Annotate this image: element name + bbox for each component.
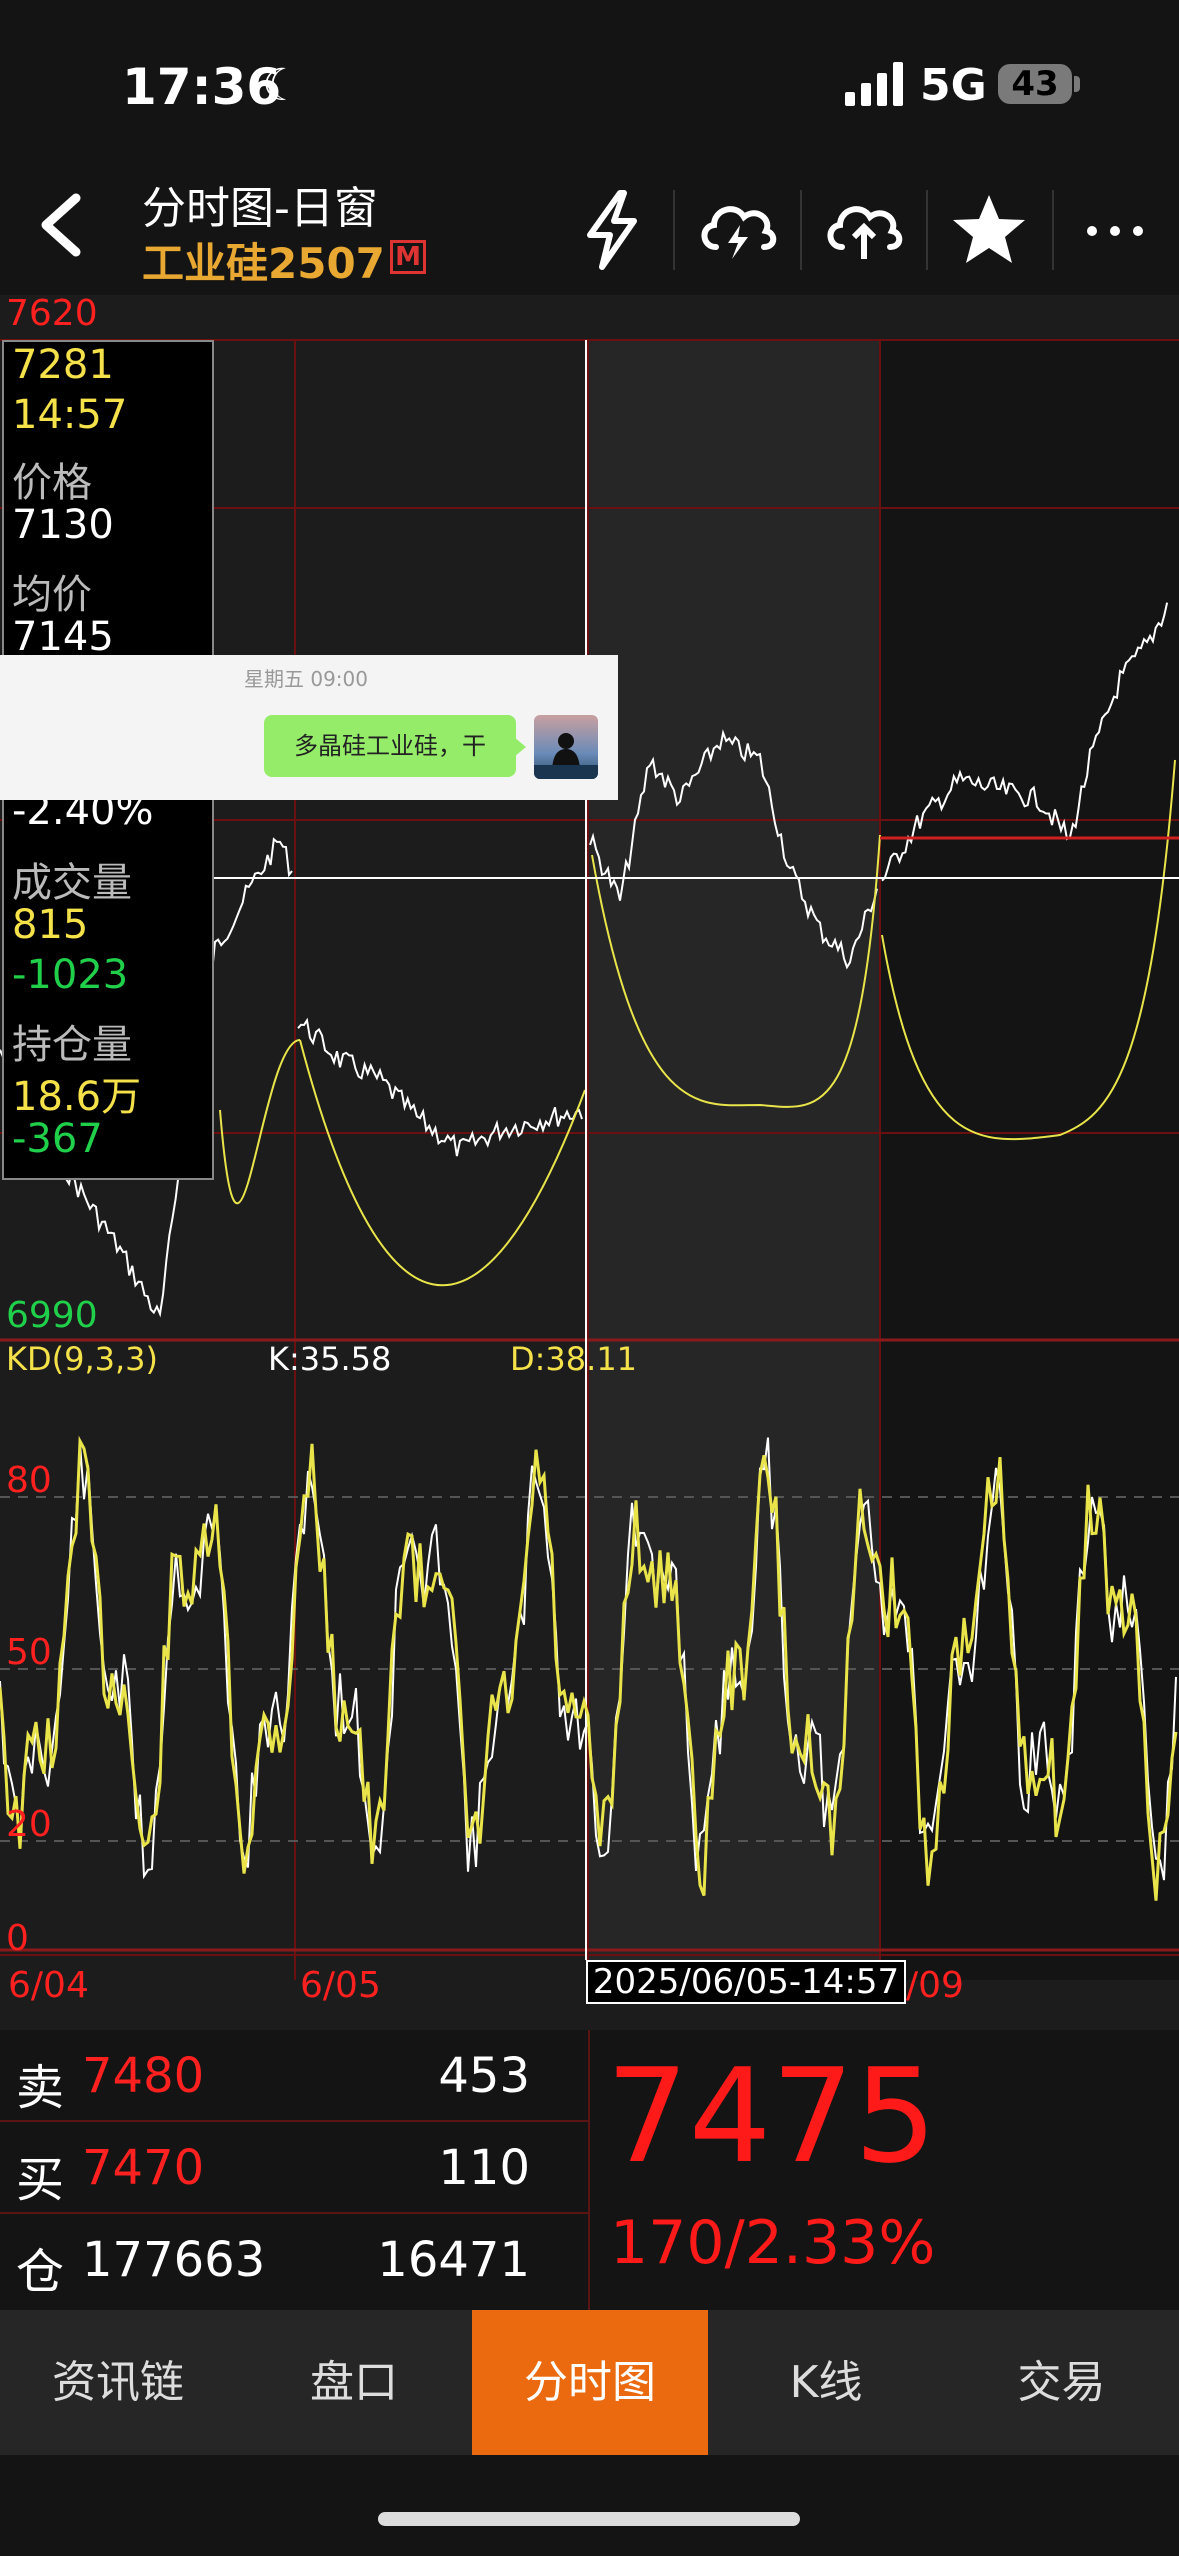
- cloud-upload-icon[interactable]: [818, 185, 908, 275]
- info-avg: 7145: [12, 614, 114, 660]
- y-axis-top-label: 7620: [6, 293, 98, 334]
- status-bar: 17:36 ☾ 5G 43: [0, 0, 1179, 160]
- back-icon[interactable]: [28, 190, 98, 260]
- buy-price: 7470: [82, 2140, 205, 2196]
- tab-trade[interactable]: 交易: [944, 2310, 1179, 2455]
- page-title: 分时图-日窗: [142, 183, 378, 234]
- info-price-label: 价格: [12, 460, 92, 506]
- home-bar-area: [0, 2455, 1179, 2556]
- contract-name: 工业硅2507: [142, 239, 385, 288]
- date-label-1: 6/04: [8, 1965, 89, 2006]
- kd-d-value: D:38.11: [510, 1340, 638, 1378]
- nav-bar: 分时图-日窗 工业硅2507 M: [0, 160, 1179, 295]
- chat-overlay: 星期五 09:00 多晶硅工业硅，干: [0, 655, 618, 800]
- info-avg-label: 均价: [12, 572, 92, 618]
- kd-k-value: K:35.58: [268, 1340, 392, 1378]
- info-price: 7130: [12, 502, 114, 548]
- oi-total: 177663: [82, 2232, 266, 2288]
- info-time: 14:57: [12, 392, 128, 438]
- session-shade-dark: [880, 340, 1179, 1980]
- chat-bubble-tail: [514, 737, 526, 757]
- battery-icon: 43: [998, 64, 1072, 104]
- status-time: 17:36: [122, 58, 282, 116]
- info-oi: 18.6万: [12, 1074, 142, 1120]
- date-label-2: 6/05: [300, 1965, 381, 2006]
- more-icon[interactable]: [1070, 185, 1160, 275]
- kd-level-20: 20: [6, 1804, 52, 1845]
- chat-message: 多晶硅工业硅，干: [264, 715, 516, 777]
- y-axis-bottom-label: 6990: [6, 1295, 98, 1336]
- sell-row[interactable]: 卖 7480 453: [0, 2030, 588, 2122]
- signal-icon: [845, 62, 903, 106]
- kd-level-0: 0: [6, 1918, 29, 1959]
- tab-kline[interactable]: K线: [708, 2310, 944, 2455]
- person-icon: [534, 733, 598, 779]
- network-label: 5G: [920, 60, 987, 111]
- avatar: [534, 715, 598, 779]
- tab-news-chain[interactable]: 资讯链: [0, 2310, 236, 2455]
- date-label-3: /09: [906, 1965, 964, 2006]
- last-price: 7475: [606, 2040, 937, 2192]
- divider: [800, 190, 802, 270]
- kd-level-80: 80: [6, 1460, 52, 1501]
- quote-divider: [588, 2030, 590, 2310]
- sell-qty: 453: [438, 2048, 530, 2104]
- divider: [673, 190, 675, 270]
- info-oi-change: -367: [12, 1116, 103, 1162]
- oi-label: 仓: [16, 2244, 65, 2300]
- chat-date: 星期五 09:00: [244, 667, 368, 691]
- battery-tip: [1074, 76, 1080, 92]
- info-volume-label: 成交量: [12, 860, 132, 906]
- kd-indicator-label: KD(9,3,3): [6, 1340, 159, 1378]
- info-volume: 815: [12, 902, 89, 948]
- info-oi-label: 持仓量: [12, 1022, 132, 1068]
- sell-price: 7480: [82, 2048, 205, 2104]
- cloud-lightning-icon[interactable]: [692, 185, 782, 275]
- main-contract-badge: M: [390, 240, 426, 274]
- info-volume-change: -1023: [12, 952, 129, 998]
- buy-qty: 110: [438, 2140, 530, 2196]
- sell-label: 卖: [16, 2060, 65, 2116]
- tab-order-book[interactable]: 盘口: [236, 2310, 472, 2455]
- session-shade: [588, 340, 880, 1980]
- lightning-icon[interactable]: [568, 185, 658, 275]
- price-change: 170/2.33%: [610, 2208, 936, 2278]
- cursor-datetime: 2025/06/05-14:57: [586, 1960, 906, 2004]
- oi-delta: 16471: [377, 2232, 530, 2288]
- open-interest-row: 仓 177663 16471: [0, 2214, 588, 2306]
- info-value: 7281: [12, 342, 114, 388]
- divider: [926, 190, 928, 270]
- kd-level-50: 50: [6, 1632, 52, 1673]
- bottom-tab-bar: 资讯链 盘口 分时图 K线 交易: [0, 2310, 1179, 2455]
- divider: [1052, 190, 1054, 270]
- home-indicator[interactable]: [378, 2512, 800, 2526]
- moon-icon: ☾: [262, 60, 302, 111]
- buy-label: 买: [16, 2152, 65, 2208]
- buy-row[interactable]: 买 7470 110: [0, 2122, 588, 2214]
- tab-intraday[interactable]: 分时图: [472, 2310, 708, 2455]
- star-icon[interactable]: [944, 185, 1034, 275]
